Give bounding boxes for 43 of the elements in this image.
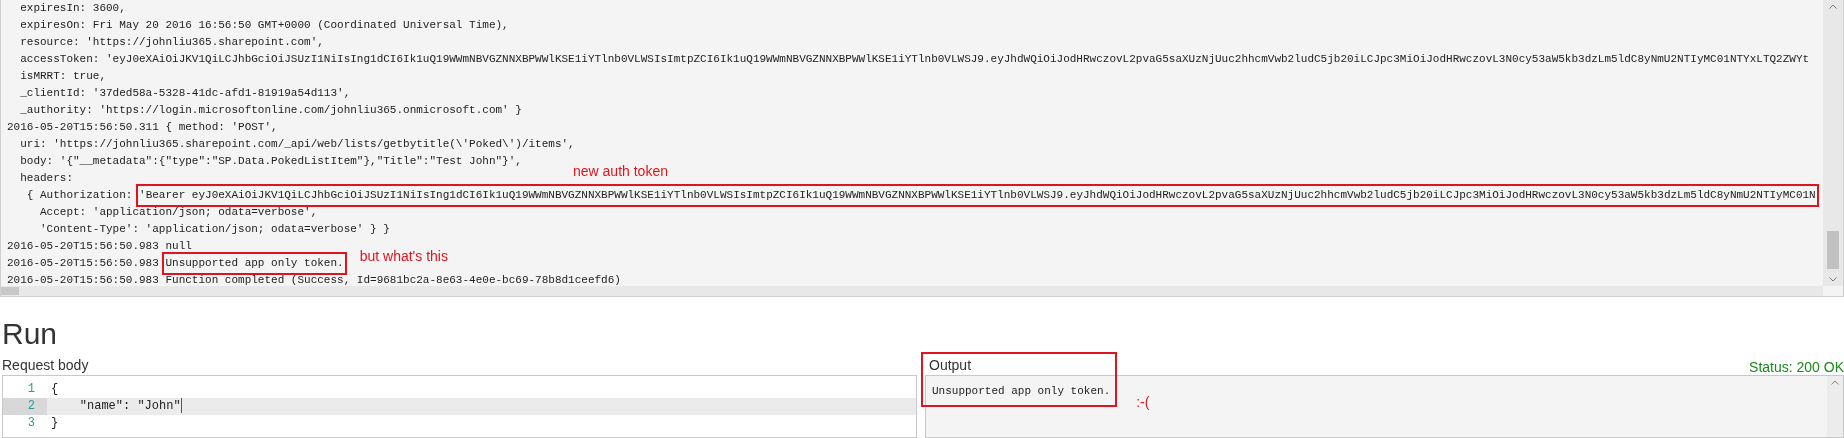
status-text: Status: 200 OK xyxy=(1749,359,1844,375)
horizontal-scrollbar[interactable] xyxy=(1,286,1823,296)
log-line: accessToken: 'eyJ0eXAiOiJKV1QiLCJhbGciOiJSUzI1NiIsIng1dCI6Ik1uQ19WWmNBVGZNNXBPWWlKSE1iYTlnb0VLWSIsImtpZCI6Ik1uQ19WWmNBVGZNNXBPWWlKSE1iYTlnb0VLWSJ9.eyJhdWQiOiJodHRwczovL2pvaG5saXUzNjUuc2hhcmVwb2ludC5jb20iLCJpc3MiOiJodHRwczovL3N0cy53aW5kb3dzLm5ldC8yNmU2NTIyMC01NTYxLTQ2ZWYt xyxy=(19,52,1810,67)
text-cursor xyxy=(180,398,182,413)
scroll-thumb[interactable] xyxy=(1,287,19,295)
vertical-scrollbar[interactable] xyxy=(1827,376,1843,437)
log-line: headers: xyxy=(19,171,73,186)
log-line: expiresOn: Fri May 20 2016 16:56:50 GMT+0000 (Coordinated Universal Time), xyxy=(19,18,509,33)
annotation: but what's this xyxy=(359,248,448,265)
code-line: "name": "John" xyxy=(78,398,181,415)
log-line: { Authorization: xyxy=(25,188,134,203)
log-line: 2016-05-20T15:56:50.983 null xyxy=(7,239,192,254)
scroll-down-icon[interactable] xyxy=(1829,277,1837,282)
line-number: 2 xyxy=(3,398,47,415)
log-line: 2016-05-20T15:56:50.311 { method: 'POST', xyxy=(7,120,278,135)
log-line: _clientId: '37ded58a-5328-41dc-afd1-81919a54d113', xyxy=(19,86,351,101)
log-line: 'Content-Type': 'application/json; odata=verbose' } } xyxy=(39,222,390,237)
log-line: uri: 'https://johnliu365.sharepoint.com/_api/web/lists/getbytitle(\'Poked\')/items', xyxy=(19,137,575,152)
vertical-scrollbar[interactable] xyxy=(1823,0,1843,286)
annotation: new auth token xyxy=(573,163,668,180)
log-line: 2016-05-20T15:56:50.983 Function completed (Success, Id=9681bc2a-8e63-4e0e-bc69-78b8d1ceefd6) xyxy=(7,273,621,286)
section-title: Run xyxy=(2,317,59,351)
code-line: } xyxy=(50,415,59,432)
output-label: Output xyxy=(929,356,972,375)
line-number: 1 xyxy=(26,381,36,398)
field-label: Request body xyxy=(2,356,90,375)
scroll-up-icon[interactable] xyxy=(1829,4,1837,9)
highlighted-text: Unsupported app only token. xyxy=(165,255,344,272)
code-line: { xyxy=(50,381,59,398)
code-editor[interactable]: 1 { 2 "name": "John" 3 } xyxy=(2,375,917,438)
output-text: Unsupported app only token. xyxy=(932,385,1111,397)
highlighted-text: 'Bearer eyJ0eXAiOiJKV1QiLCJhbGciOiJSUzI1NiIsIng1dCI6Ik1uQ19WWmNBVGZNNXBPWWlKSE1iYTlnb0VLWSIsImtpZCI6Ik1uQ19WWmNBVGZNNXBPWWlKSE1iYTlnb0VLWSJ9.eyJhdWQiOiJodHRwczovL2pvaG5saXUzNjUuc2hhcmVwb2ludC5jb20iLCJpc3MiOiJodHRwczovL3N0cy53aW5kb3dzLm5ldC8yNmU2NTIyMC01N xyxy=(139,187,1816,204)
line-number: 3 xyxy=(26,415,36,432)
log-line: resource: 'https://johnliu365.sharepoint.com', xyxy=(19,35,324,50)
log-line: Accept: 'application/json; odata=verbose', xyxy=(39,205,318,220)
scroll-thumb[interactable] xyxy=(1827,231,1839,269)
log-line: isMRRT: true, xyxy=(19,69,107,84)
scroll-up-icon[interactable] xyxy=(1831,380,1839,385)
annotation: :-( xyxy=(1136,394,1150,410)
log-line: body: '{"__metadata":{"type":"SP.Data.PokedListItem"},"Title":"Test John"}', xyxy=(19,154,522,169)
log-line: expiresIn: 3600, xyxy=(19,1,126,16)
log-line: 2016-05-20T15:56:50.983 xyxy=(7,256,160,271)
log-line: _authority: 'https://login.microsoftonline.com/johnliu365.onmicrosoft.com' } xyxy=(19,103,522,118)
